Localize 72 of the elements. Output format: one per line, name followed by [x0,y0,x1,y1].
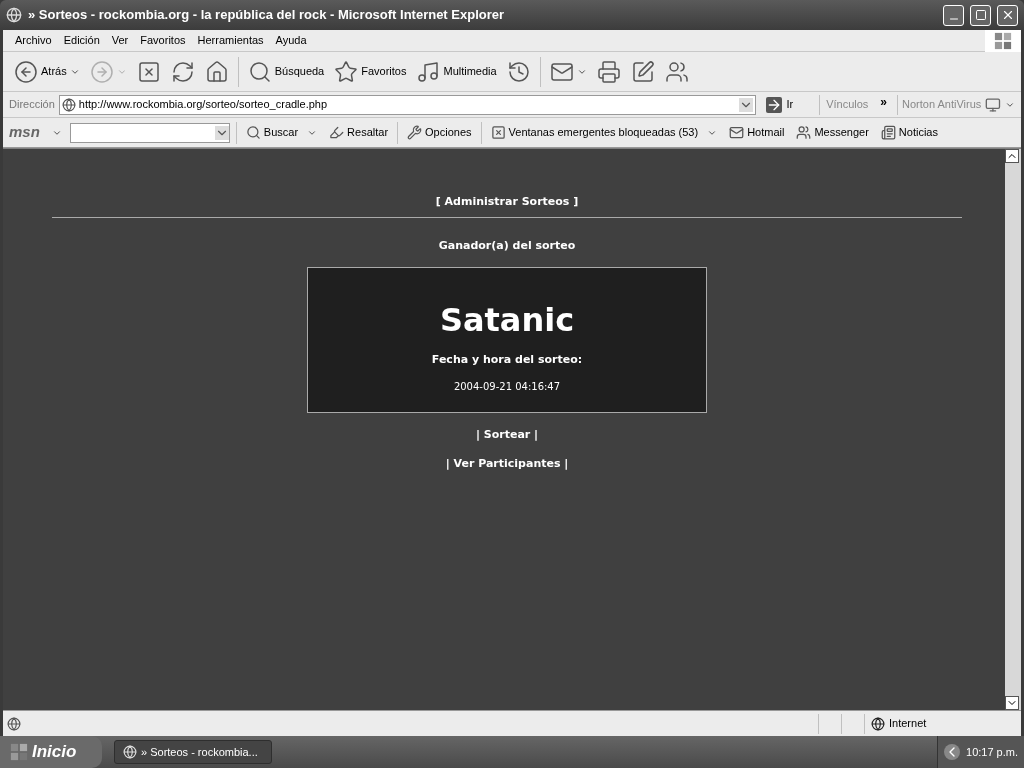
msn-logo: msn [9,122,40,143]
hotmail-button[interactable]: Hotmail [726,124,788,141]
menu-item[interactable]: Favoritos [134,32,192,49]
clock: 10:17 p.m. [966,744,1018,760]
stop-icon [136,59,161,84]
favorites-button[interactable]: Favoritos [331,55,410,88]
wrench-icon [407,125,423,140]
star-icon [334,59,359,84]
edit-icon [630,59,655,84]
winner-heading: Ganador(a) del sorteo [438,237,576,254]
more-chevron[interactable]: » [880,92,888,111]
scrollbar[interactable] [1005,149,1021,710]
window-title: » Sorteos - rockombia.org - la república del rock - Microsoft Internet Explorer [28,6,506,25]
msn-search-field[interactable] [69,122,230,143]
action-link[interactable]: | Sortear | [475,427,539,444]
people-icon [664,59,689,84]
go-button[interactable]: Ir [764,96,796,113]
menu-item[interactable]: Ayuda [269,32,313,49]
browser-icon [123,745,137,759]
popups-button[interactable]: Ventanas emergentes bloqueadas (53) [487,124,721,141]
arrow-right-icon [766,96,783,113]
page-icon [61,97,76,112]
mail-icon [729,125,745,140]
music-icon [416,59,441,84]
admin-link[interactable]: [ Administrar Sorteos ] [435,194,579,211]
blocked-window-icon [490,125,506,140]
close-button[interactable] [997,4,1018,26]
history-icon [506,59,531,84]
start-button[interactable]: Inicio [0,736,102,768]
printer-icon [596,59,621,84]
zone-label: Internet [889,716,928,732]
newspaper-icon [880,125,896,140]
maximize-icon [974,9,987,21]
scroll-up-icon[interactable] [1005,149,1019,163]
menu-item[interactable]: Archivo [9,32,58,49]
globe-icon [871,716,885,731]
dropdown-icon[interactable] [214,125,229,140]
people-icon [796,125,812,140]
expand-tray-icon[interactable] [944,744,960,760]
news-button[interactable]: Noticias [877,124,941,141]
antivirus-label: Norton AntiVirus [902,97,982,113]
windows-logo [10,743,28,761]
date-value: 2004-09-21 04:16:47 [453,379,561,394]
home-icon [204,59,229,84]
highlight-button[interactable]: Resaltar [326,124,392,141]
options-button[interactable]: Opciones [404,124,475,141]
windows-logo [994,31,1012,50]
dropdown-icon[interactable] [739,97,754,112]
messenger-button[interactable]: Messenger [793,124,872,141]
search-icon [245,125,261,140]
media-button[interactable]: Multimedia [413,55,500,88]
search-icon [247,59,272,84]
back-button[interactable]: Atrás [11,55,83,88]
menu-item[interactable]: Herramientas [191,32,270,49]
action-link[interactable]: | Ver Participantes | [445,455,569,472]
highlighter-icon [329,125,345,140]
scroll-down-icon[interactable] [1005,696,1019,710]
address-field[interactable]: http://www.rockombia.org/sorteo/sorteo_cradle.php [58,94,757,115]
maximize-button[interactable] [970,4,991,26]
date-label: Fecha y hora del sorteo: [431,352,583,368]
refresh-icon [170,59,195,84]
address-label: Dirección [9,97,55,113]
page-icon [7,716,21,731]
search-button[interactable]: Búsqueda [244,55,328,88]
monitor-icon[interactable] [985,96,1002,113]
winner-name: Satanic [439,300,575,340]
menu-item[interactable]: Ver [105,32,135,49]
browser-icon [6,7,22,23]
menu-item[interactable]: Edición [57,32,106,49]
search-button[interactable]: Buscar [242,124,321,141]
taskbar-window-button[interactable]: » Sorteos - rockombia... [114,740,272,764]
minimize-button[interactable] [943,4,964,26]
